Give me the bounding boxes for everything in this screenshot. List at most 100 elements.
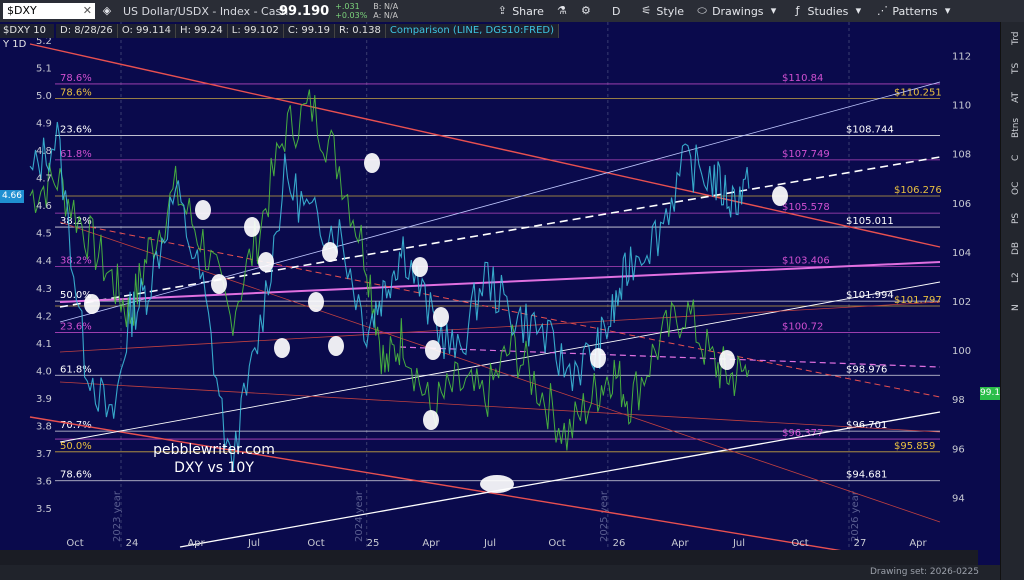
pivot-marker [328,336,344,356]
pivot-marker [412,257,428,277]
patterns-icon: ⋰ [876,4,888,17]
left-axis-tick-label: 3.5 [36,504,52,515]
right-tab-db[interactable]: DB [1002,234,1024,262]
pivot-marker [258,252,274,272]
pivot-marker [364,153,380,173]
right-axis-tick-label: 112 [952,51,971,62]
left-axis-tick-label: 4.8 [36,146,52,157]
legend-high: H: 99.24 [176,24,228,38]
left-axis-tick-label: 3.9 [36,394,52,405]
x-axis-tick-label: 25 [367,538,380,549]
chart-title-line1: pebblewriter.com [153,442,275,458]
price-level-label: $103.406 [782,255,830,266]
right-tab-oc[interactable]: OC [1002,174,1024,202]
chart-plot-area[interactable]: 2023 year 2024 year 2025 year 2026 year $110… [0,22,978,568]
flask-icon: ⚗ [557,4,567,17]
right-tab-c[interactable]: C [1002,144,1024,172]
flask-button[interactable]: ⚗ [550,5,574,17]
left-axis-tag: 4.66 [0,190,24,203]
chevron-down-icon: ▾ [855,4,862,17]
studies-button[interactable]: ƒ Studies ▾ [786,5,871,18]
left-axis-tick-label: 4.5 [36,229,52,240]
bid-value: B: N/A [373,2,399,11]
last-price: 99.190 [279,3,330,19]
x-axis-tick-label: 24 [126,538,139,549]
year-label: 2023 year [112,490,123,542]
pivot-marker [274,338,290,358]
pin-icon[interactable]: ◈ [101,5,113,17]
pivot-marker [84,294,100,314]
drawings-label: Drawings [712,4,764,18]
pivot-marker [425,340,441,360]
right-tab-ts[interactable]: TS [1002,54,1024,82]
drawings-button[interactable]: ⬭ Drawings ▾ [690,5,785,18]
left-axis-tick-label: 5.1 [36,63,52,74]
right-axis-tick-label: 94 [952,493,965,504]
x-axis-tick-label: Apr [671,538,689,549]
patterns-button[interactable]: ⋰ Patterns ▾ [870,5,959,18]
pivot-marker [423,410,439,430]
price-level-label: $108.744 [846,124,894,135]
right-tab-n[interactable]: N [1002,294,1024,322]
fib-percent-label: 50.0% [60,441,92,452]
right-tab-at[interactable]: AT [1002,84,1024,112]
right-tab-ps[interactable]: PS [1002,204,1024,232]
pivot-marker [308,292,324,312]
right-axis-tick-label: 108 [952,150,971,161]
chevron-down-icon: ▾ [944,4,951,17]
fib-percent-label: 78.6% [60,87,92,98]
left-axis-tick-label: 4.0 [36,366,52,377]
right-tab-trd[interactable]: Trd [1002,24,1024,52]
style-button[interactable]: ⚟ Style [634,5,690,18]
x-axis-tick-label: Jul [483,538,496,549]
legend-low: L: 99.102 [227,24,284,38]
symbol-text: $DXY [7,4,37,17]
right-axis-tick-label: 104 [952,248,971,259]
pivot-marker [244,217,260,237]
x-axis-tick-label: Jul [247,538,260,549]
right-tab-l2[interactable]: L2 [1002,264,1024,292]
symbol-input[interactable]: $DXY ✕ [3,3,95,19]
right-axis-tick-label: 102 [952,297,971,308]
share-button[interactable]: ⇪ Share [490,5,550,18]
fib-percent-label: 23.6% [60,124,92,135]
fib-percent-label: 61.8% [60,149,92,160]
ask-value: A: N/A [373,11,399,20]
right-axis-tick-label: 96 [952,444,965,455]
price-level-label: $105.011 [846,216,894,227]
left-axis-tick-label: 4.6 [36,201,52,212]
right-axis-tick-label: 106 [952,199,971,210]
right-axis-tick-label: 100 [952,346,971,357]
price-level-label: $95.859 [894,441,935,452]
period-button[interactable]: D [606,5,626,18]
left-axis-tick-label: 3.7 [36,449,52,460]
left-axis-tick-label: 4.1 [36,339,52,350]
chevron-down-icon: ▾ [770,4,777,17]
price-level-label: $106.276 [894,185,942,196]
price-level-label: $107.749 [782,149,830,160]
left-axis-tick-label: 4.3 [36,284,52,295]
studies-icon: ƒ [795,4,800,17]
x-axis-tick-label: Oct [307,538,324,549]
trend-line [59,156,941,308]
settings-button[interactable]: ⚙ [574,5,598,17]
legend-range: R: 0.138 [335,24,386,38]
x-axis-tick-label: Oct [791,538,808,549]
legend-open: O: 99.114 [117,24,177,38]
ohlc-legend: D: 8/28/26 O: 99.114 H: 99.24 L: 99.102 … [56,24,559,38]
series-line-dxy [29,89,750,451]
right-tab-btns[interactable]: Btns [1002,114,1024,142]
right-axis-strip [978,22,1000,580]
status-bar: Drawing set: 2026-0225 [0,565,1000,580]
symbol-clear-icon[interactable]: ✕ [83,3,92,19]
x-axis-tick-label: 26 [613,538,626,549]
right-side-panel: Trd TS AT Btns C OC PS DB L2 N [1000,22,1024,580]
x-axis-tick-label: Oct [66,538,83,549]
left-axis-tick-label: 4.2 [36,311,52,322]
style-label: Style [656,4,685,18]
x-axis-tick-label: 27 [854,538,867,549]
trend-line [89,226,941,398]
legend-comparison[interactable]: Comparison (LINE, DGS10:FRED) [385,24,559,38]
year-label: 2025 year [599,490,610,542]
change-percent: +0.03% [335,11,368,20]
